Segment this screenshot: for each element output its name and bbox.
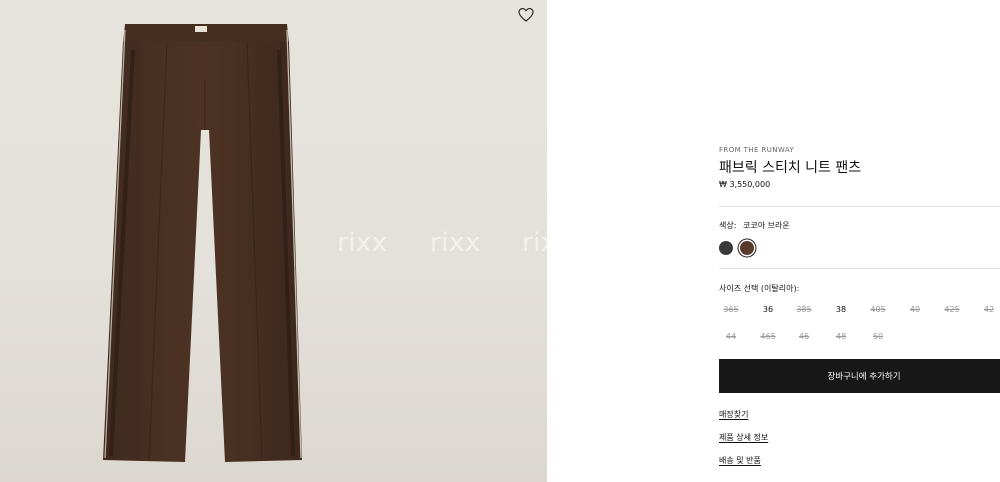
product-price: ₩ 3,550,000 [719, 180, 771, 189]
product-image-panel: rixx rixx rixx [0, 0, 547, 482]
watermark: rixx [337, 228, 388, 258]
size-option[interactable]: 425 [938, 305, 966, 314]
product-title: 패브릭 스티치 니트 팬츠 [719, 160, 862, 176]
size-option[interactable]: 385 [790, 305, 818, 314]
size-option[interactable]: 46 [790, 332, 818, 341]
size-option[interactable]: 44 [717, 332, 745, 341]
product-details-panel: FROM THE RUNWAY 패브릭 스티치 니트 팬츠 ₩ 3,550,00… [719, 0, 1000, 482]
size-option[interactable]: 42 [975, 305, 1000, 314]
shipping-returns-link[interactable]: 배송 및 반품 [719, 455, 761, 466]
size-option[interactable]: 405 [864, 305, 892, 314]
size-option[interactable]: 48 [827, 332, 855, 341]
divider [719, 206, 1000, 207]
heart-outline-icon[interactable] [516, 5, 536, 25]
watermark: rixx [522, 228, 547, 258]
divider [719, 268, 1000, 269]
size-option[interactable]: 365 [717, 305, 745, 314]
color-label-text: 색상: [719, 221, 737, 230]
size-option[interactable]: 38 [827, 305, 855, 314]
swatch-cocoa-brown[interactable] [740, 241, 754, 255]
collection-label: FROM THE RUNWAY [719, 146, 795, 154]
size-option[interactable]: 36 [754, 305, 782, 314]
size-option[interactable]: 50 [864, 332, 892, 341]
size-option[interactable]: 465 [754, 332, 782, 341]
color-value: 코코아 브라운 [742, 221, 790, 230]
swatch-charcoal[interactable] [719, 241, 733, 255]
product-image-pants [103, 24, 302, 462]
product-details-link[interactable]: 제품 상세 정보 [719, 432, 768, 443]
size-label: 사이즈 선택 (이탈리아): [719, 284, 800, 293]
add-to-cart-button[interactable]: 장바구니에 추가하기 [719, 359, 1000, 393]
size-option[interactable]: 40 [901, 305, 929, 314]
watermark: rixx [430, 228, 481, 258]
color-label: 색상: 코코아 브라운 [719, 220, 790, 231]
store-locator-link[interactable]: 매장찾기 [719, 409, 748, 420]
